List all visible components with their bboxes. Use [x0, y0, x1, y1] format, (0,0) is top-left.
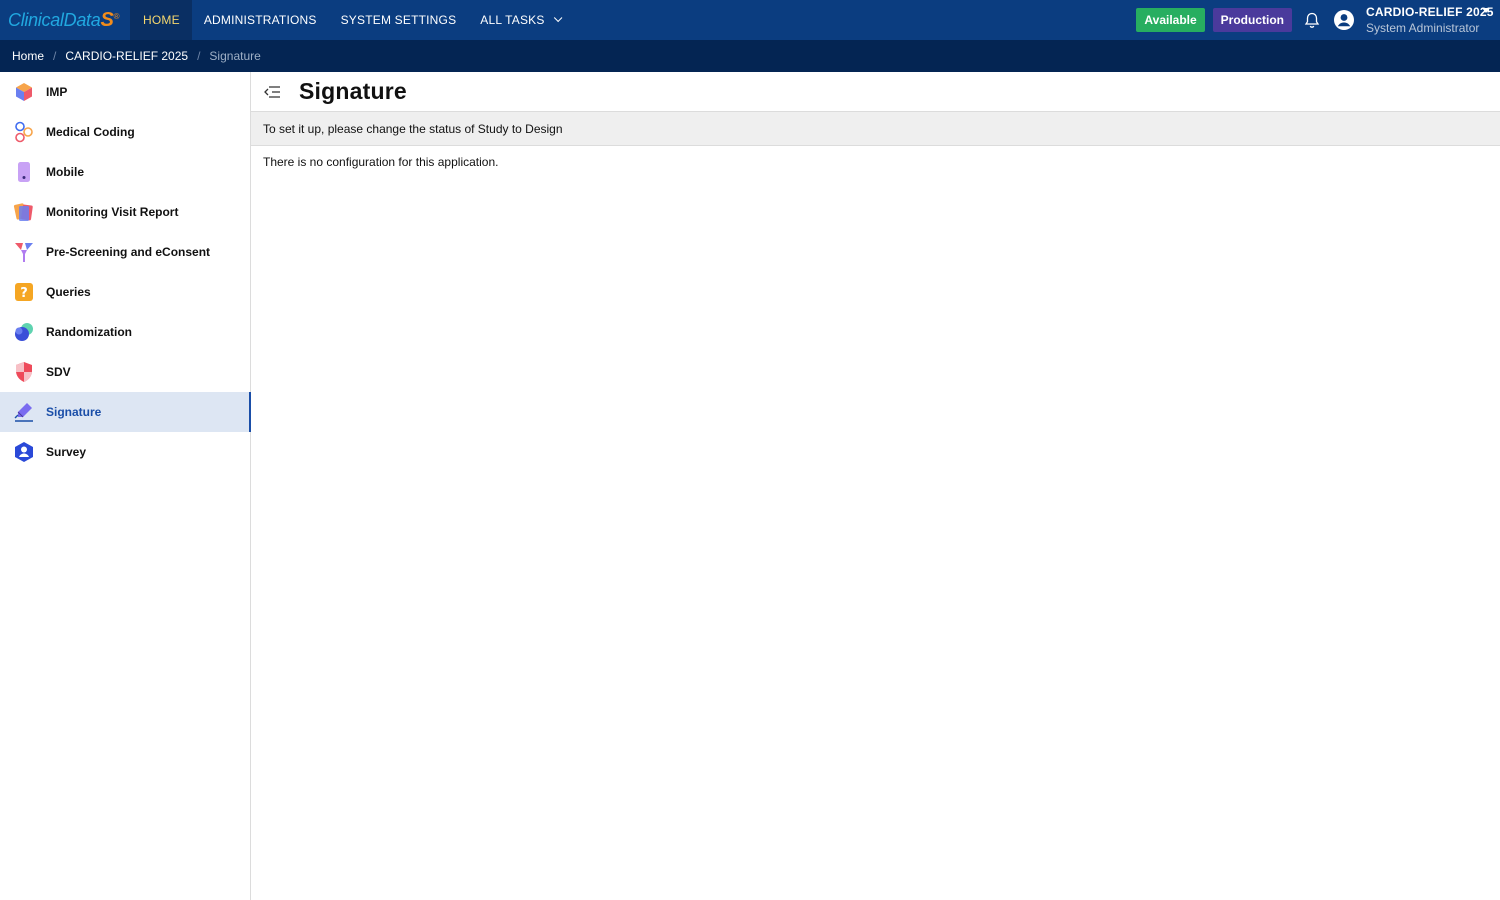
shield-icon — [13, 361, 35, 383]
bell-icon[interactable] — [1300, 8, 1324, 32]
collapse-sidebar-icon[interactable] — [260, 80, 284, 104]
user-menu[interactable]: CARDIO-RELIEF 2025 System Administrator — [1366, 0, 1500, 40]
question-icon: ? — [13, 281, 35, 303]
hexagons-icon — [13, 121, 35, 143]
breadcrumb: Home / CARDIO-RELIEF 2025 / Signature — [0, 40, 1500, 72]
circles-icon — [13, 321, 35, 343]
person-hexagon-icon — [13, 441, 35, 463]
sidebar-item-signature[interactable]: Signature — [0, 392, 251, 432]
breadcrumb-current: Signature — [209, 49, 261, 63]
breadcrumb-separator: / — [53, 49, 57, 63]
top-navbar: ClinicalDataS® HOME ADMINISTRATIONS SYST… — [0, 0, 1500, 40]
sidebar-item-monitoring-visit-report[interactable]: Monitoring Visit Report — [0, 192, 250, 232]
environment-badge: Production — [1212, 8, 1292, 32]
top-right-area: Available Production CARDIO-RELIEF 2025 … — [1136, 0, 1500, 40]
funnel-icon — [13, 241, 35, 263]
status-notice: To set it up, please change the status o… — [251, 112, 1500, 146]
available-badge: Available — [1136, 8, 1205, 32]
sidebar-item-queries[interactable]: ? Queries — [0, 272, 250, 312]
page-title: Signature — [299, 78, 407, 104]
breadcrumb-home[interactable]: Home — [12, 49, 44, 63]
cube-icon — [13, 81, 35, 103]
breadcrumb-study[interactable]: CARDIO-RELIEF 2025 — [65, 49, 188, 63]
page-header: Signature — [251, 72, 1500, 112]
main-content: Signature To set it up, please change th… — [251, 72, 1500, 900]
empty-config-message: There is no configuration for this appli… — [263, 155, 499, 169]
svg-text:?: ? — [20, 286, 28, 301]
mobile-icon — [13, 161, 35, 183]
sidebar: IMP Medical Coding Mobile Monitoring Vis… — [0, 72, 251, 900]
sidebar-item-survey[interactable]: Survey — [0, 432, 250, 472]
logo-text: ClinicalDataS® — [8, 8, 120, 31]
sidebar-item-sdv[interactable]: SDV — [0, 352, 250, 392]
sidebar-item-medical-coding[interactable]: Medical Coding — [0, 112, 250, 152]
cards-icon — [13, 201, 35, 223]
pen-icon — [13, 401, 35, 423]
chevron-down-icon — [553, 13, 562, 23]
user-study: CARDIO-RELIEF 2025 — [1366, 5, 1494, 19]
logo[interactable]: ClinicalDataS® — [0, 0, 131, 40]
nav-home[interactable]: HOME — [131, 0, 192, 40]
nav-system-settings[interactable]: SYSTEM SETTINGS — [329, 0, 469, 40]
sidebar-item-mobile[interactable]: Mobile — [0, 152, 250, 192]
nav-administrations[interactable]: ADMINISTRATIONS — [192, 0, 329, 40]
caret-down-icon — [1482, 8, 1490, 13]
breadcrumb-separator: / — [197, 49, 201, 63]
sidebar-item-imp[interactable]: IMP — [0, 72, 250, 112]
user-avatar-icon[interactable] — [1332, 8, 1356, 32]
sidebar-item-pre-screening[interactable]: Pre-Screening and eConsent — [0, 232, 250, 272]
user-role: System Administrator — [1366, 21, 1480, 35]
nav-all-tasks[interactable]: ALL TASKS — [468, 0, 570, 40]
sidebar-item-randomization[interactable]: Randomization — [0, 312, 250, 352]
